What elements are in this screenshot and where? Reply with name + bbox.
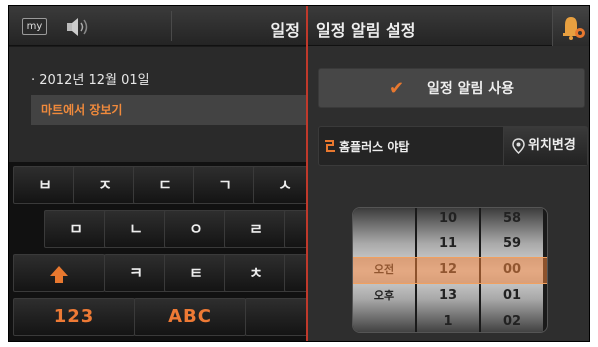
ampm-option[interactable] <box>353 233 415 255</box>
alarm-settings-panel: 일정 알림 설정 ✔ 일정 알림 사용 홈플러스 야탑 위치변경 오전 오후 1… <box>308 6 589 341</box>
key[interactable]: ㅇ <box>164 210 228 248</box>
location-name: 홈플러스 야탑 <box>339 140 410 154</box>
shift-key[interactable] <box>13 254 105 292</box>
route-icon <box>325 140 335 152</box>
key[interactable]: ㅁ <box>44 210 108 248</box>
my-icon[interactable]: my <box>22 18 47 35</box>
key[interactable]: ㅎ <box>284 210 306 248</box>
key[interactable]: ㅂ <box>13 166 77 204</box>
hour-option[interactable]: 11 <box>417 233 479 255</box>
right-header: 일정 알림 설정 <box>308 6 589 46</box>
minute-option[interactable]: 59 <box>481 233 543 255</box>
key[interactable]: ㅊ <box>224 254 288 292</box>
ampm-option[interactable]: 오전 <box>353 259 415 281</box>
minute-option[interactable]: 00 <box>481 259 543 281</box>
key[interactable]: ㅍ <box>284 254 306 292</box>
key[interactable]: ㄴ <box>104 210 168 248</box>
korean-keyboard: ㅂ ㅈ ㄷ ㄱ ㅅ ㅁ ㄴ ㅇ ㄹ ㅎ ㅋ ㅌ ㅊ ㅍ 123 ABC <box>9 162 306 341</box>
schedule-panel: my 일정 · 2012년 12월 01일 마트에서 장보기 ㅂ ㅈ ㄷ ㄱ ㅅ… <box>9 6 306 341</box>
shift-arrow-stem <box>55 274 63 283</box>
ampm-option[interactable]: 오후 <box>353 285 415 307</box>
header-separator <box>171 11 172 41</box>
ampm-option[interactable] <box>353 311 415 332</box>
event-card: · 2012년 12월 01일 마트에서 장보기 <box>9 47 306 162</box>
minute-wheel[interactable]: 58 59 00 01 02 <box>481 208 543 332</box>
key[interactable]: ㅌ <box>164 254 228 292</box>
location-row: 홈플러스 야탑 위치변경 <box>318 126 588 166</box>
hour-option[interactable]: 13 <box>417 285 479 307</box>
left-title: 일정 <box>270 21 300 40</box>
hour-option[interactable]: 12 <box>417 259 479 281</box>
ampm-option[interactable] <box>353 208 415 230</box>
left-header: my 일정 <box>9 6 306 46</box>
hour-option[interactable]: 10 <box>417 208 479 230</box>
numbers-key[interactable]: 123 <box>13 298 135 336</box>
change-location-label: 위치변경 <box>528 138 576 153</box>
alarm-settings-button[interactable] <box>552 6 589 46</box>
abc-key[interactable]: ABC <box>134 298 246 336</box>
right-title: 일정 알림 설정 <box>316 21 416 40</box>
bell-gear-icon <box>563 17 585 40</box>
hour-wheel[interactable]: 10 11 12 13 1 <box>417 208 479 332</box>
event-title[interactable]: 마트에서 장보기 <box>31 95 306 125</box>
time-picker[interactable]: 오전 오후 10 11 12 13 1 58 59 00 01 02 <box>352 207 548 333</box>
alarm-enable-toggle[interactable]: ✔ 일정 알림 사용 <box>318 68 585 108</box>
hour-option[interactable]: 1 <box>417 311 479 332</box>
alarm-enable-label: 일정 알림 사용 <box>427 81 515 97</box>
minute-option[interactable]: 01 <box>481 285 543 307</box>
speaker-icon[interactable] <box>65 16 91 38</box>
key[interactable]: ㅈ <box>73 166 137 204</box>
key[interactable]: ㄱ <box>193 166 257 204</box>
space-key[interactable] <box>245 298 306 336</box>
minute-option[interactable]: 58 <box>481 208 543 230</box>
minute-option[interactable]: 02 <box>481 311 543 332</box>
location-pin-icon <box>512 138 525 154</box>
event-date: · 2012년 12월 01일 <box>31 73 150 88</box>
key[interactable]: ㄷ <box>133 166 197 204</box>
ampm-wheel[interactable]: 오전 오후 <box>353 208 415 332</box>
checkmark-icon: ✔ <box>389 78 405 99</box>
key[interactable]: ㅅ <box>253 166 306 204</box>
change-location-button[interactable]: 위치변경 <box>503 127 587 165</box>
key[interactable]: ㄹ <box>224 210 288 248</box>
app-screen: my 일정 · 2012년 12월 01일 마트에서 장보기 ㅂ ㅈ ㄷ ㄱ ㅅ… <box>8 5 590 342</box>
key[interactable]: ㅋ <box>104 254 168 292</box>
